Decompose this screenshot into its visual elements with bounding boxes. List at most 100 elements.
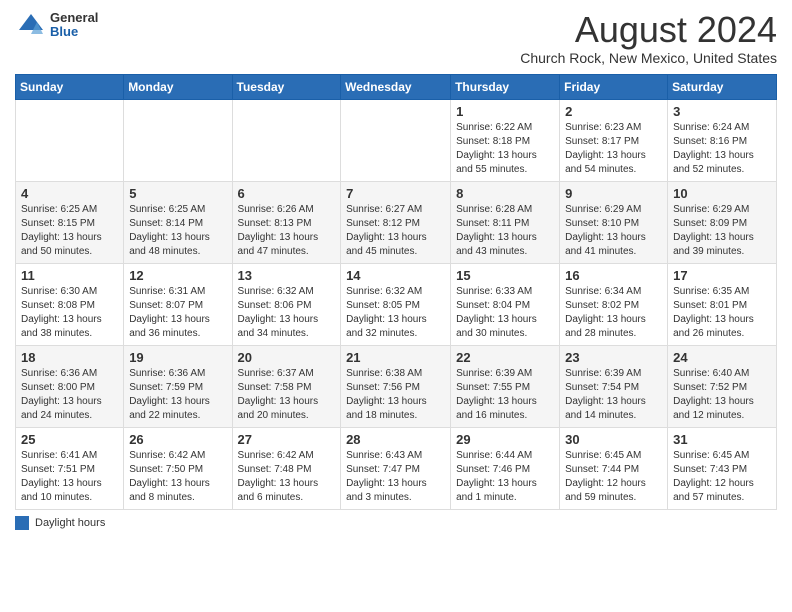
- month-title: August 2024: [520, 10, 777, 50]
- day-info: Sunrise: 6:25 AMSunset: 8:14 PMDaylight:…: [129, 203, 226, 259]
- day-info: Sunrise: 6:39 AMSunset: 7:55 PMDaylight:…: [456, 367, 554, 423]
- calendar-table: SundayMondayTuesdayWednesdayThursdayFrid…: [15, 74, 777, 510]
- day-number: 30: [565, 432, 662, 447]
- calendar-cell: 9 Sunrise: 6:29 AMSunset: 8:10 PMDaylight…: [560, 181, 668, 263]
- day-number: 19: [129, 350, 226, 365]
- calendar-cell: 8 Sunrise: 6:28 AMSunset: 8:11 PMDaylight…: [451, 181, 560, 263]
- calendar-cell: 27Sunrise: 6:42 AMSunset: 7:48 PMDayligh…: [232, 427, 341, 509]
- day-number: 1: [456, 104, 554, 119]
- calendar-week-row: 1 Sunrise: 6:22 AMSunset: 8:18 PMDaylight…: [16, 99, 777, 181]
- day-info: Sunrise: 6:36 AMSunset: 7:59 PMDaylight:…: [129, 367, 226, 423]
- day-number: 18: [21, 350, 118, 365]
- day-info: Sunrise: 6:32 AMSunset: 8:05 PMDaylight:…: [346, 285, 445, 341]
- day-info: Sunrise: 6:33 AMSunset: 8:04 PMDaylight:…: [456, 285, 554, 341]
- day-number: 28: [346, 432, 445, 447]
- calendar-cell: [232, 99, 341, 181]
- day-number: 25: [21, 432, 118, 447]
- day-number: 26: [129, 432, 226, 447]
- day-number: 20: [238, 350, 336, 365]
- day-number: 21: [346, 350, 445, 365]
- day-number: 7: [346, 186, 445, 201]
- calendar-cell: 20 Sunrise: 6:37 AMSunset: 7:58 PMDayligh…: [232, 345, 341, 427]
- weekday-header: Saturday: [668, 74, 777, 99]
- day-info: Sunrise: 6:31 AMSunset: 8:07 PMDaylight:…: [129, 285, 226, 341]
- calendar-week-row: 11 Sunrise: 6:30 AMSunset: 8:08 PMDayligh…: [16, 263, 777, 345]
- logo-icon: [15, 10, 45, 40]
- day-info: Sunrise: 6:25 AMSunset: 8:15 PMDaylight:…: [21, 203, 118, 259]
- location: Church Rock, New Mexico, United States: [520, 50, 777, 66]
- day-number: 11: [21, 268, 118, 283]
- legend-box: [15, 516, 29, 530]
- calendar-cell: 13Sunrise: 6:32 AMSunset: 8:06 PMDayligh…: [232, 263, 341, 345]
- legend-label: Daylight hours: [35, 517, 105, 529]
- logo-text: General Blue: [50, 11, 98, 40]
- calendar-cell: 25 Sunrise: 6:41 AMSunset: 7:51 PMDayligh…: [16, 427, 124, 509]
- calendar-week-row: 18 Sunrise: 6:36 AMSunset: 8:00 PMDayligh…: [16, 345, 777, 427]
- day-info: Sunrise: 6:37 AMSunset: 7:58 PMDaylight:…: [238, 367, 336, 423]
- day-info: Sunrise: 6:26 AMSunset: 8:13 PMDaylight:…: [238, 203, 336, 259]
- day-number: 10: [673, 186, 771, 201]
- day-number: 13: [238, 268, 336, 283]
- day-number: 31: [673, 432, 771, 447]
- day-number: 2: [565, 104, 662, 119]
- page-header: General Blue August 2024 Church Rock, Ne…: [15, 10, 777, 66]
- day-number: 14: [346, 268, 445, 283]
- day-number: 29: [456, 432, 554, 447]
- day-number: 4: [21, 186, 118, 201]
- day-info: Sunrise: 6:34 AMSunset: 8:02 PMDaylight:…: [565, 285, 662, 341]
- calendar-cell: 16Sunrise: 6:34 AMSunset: 8:02 PMDayligh…: [560, 263, 668, 345]
- day-number: 8: [456, 186, 554, 201]
- calendar-cell: 23 Sunrise: 6:39 AMSunset: 7:54 PMDayligh…: [560, 345, 668, 427]
- weekday-header: Wednesday: [341, 74, 451, 99]
- day-info: Sunrise: 6:43 AMSunset: 7:47 PMDaylight:…: [346, 449, 445, 505]
- day-info: Sunrise: 6:40 AMSunset: 7:52 PMDaylight:…: [673, 367, 771, 423]
- calendar-week-row: 25 Sunrise: 6:41 AMSunset: 7:51 PMDayligh…: [16, 427, 777, 509]
- day-info: Sunrise: 6:42 AMSunset: 7:50 PMDaylight:…: [129, 449, 226, 505]
- day-number: 24: [673, 350, 771, 365]
- calendar-cell: 14 Sunrise: 6:32 AMSunset: 8:05 PMDayligh…: [341, 263, 451, 345]
- day-info: Sunrise: 6:22 AMSunset: 8:18 PMDaylight:…: [456, 121, 554, 177]
- day-info: Sunrise: 6:36 AMSunset: 8:00 PMDaylight:…: [21, 367, 118, 423]
- day-info: Sunrise: 6:38 AMSunset: 7:56 PMDaylight:…: [346, 367, 445, 423]
- calendar-cell: 2Sunrise: 6:23 AMSunset: 8:17 PMDaylight…: [560, 99, 668, 181]
- calendar-cell: 12 Sunrise: 6:31 AMSunset: 8:07 PMDayligh…: [124, 263, 232, 345]
- weekday-header: Monday: [124, 74, 232, 99]
- calendar-cell: 30 Sunrise: 6:45 AMSunset: 7:44 PMDayligh…: [560, 427, 668, 509]
- day-info: Sunrise: 6:27 AMSunset: 8:12 PMDaylight:…: [346, 203, 445, 259]
- day-info: Sunrise: 6:29 AMSunset: 8:09 PMDaylight:…: [673, 203, 771, 259]
- day-info: Sunrise: 6:41 AMSunset: 7:51 PMDaylight:…: [21, 449, 118, 505]
- calendar-cell: 18 Sunrise: 6:36 AMSunset: 8:00 PMDayligh…: [16, 345, 124, 427]
- logo-general: General: [50, 11, 98, 25]
- day-info: Sunrise: 6:42 AMSunset: 7:48 PMDaylight:…: [238, 449, 336, 505]
- day-info: Sunrise: 6:28 AMSunset: 8:11 PMDaylight:…: [456, 203, 554, 259]
- calendar-cell: 28 Sunrise: 6:43 AMSunset: 7:47 PMDayligh…: [341, 427, 451, 509]
- day-info: Sunrise: 6:30 AMSunset: 8:08 PMDaylight:…: [21, 285, 118, 341]
- logo-blue: Blue: [50, 25, 98, 39]
- day-number: 22: [456, 350, 554, 365]
- footer: Daylight hours: [15, 516, 777, 530]
- day-number: 9: [565, 186, 662, 201]
- day-info: Sunrise: 6:24 AMSunset: 8:16 PMDaylight:…: [673, 121, 771, 177]
- calendar-cell: 29Sunrise: 6:44 AMSunset: 7:46 PMDayligh…: [451, 427, 560, 509]
- day-info: Sunrise: 6:29 AMSunset: 8:10 PMDaylight:…: [565, 203, 662, 259]
- weekday-header: Thursday: [451, 74, 560, 99]
- day-number: 23: [565, 350, 662, 365]
- weekday-header: Friday: [560, 74, 668, 99]
- calendar-cell: 4 Sunrise: 6:25 AMSunset: 8:15 PMDaylight…: [16, 181, 124, 263]
- calendar-cell: 19 Sunrise: 6:36 AMSunset: 7:59 PMDayligh…: [124, 345, 232, 427]
- calendar-cell: 22 Sunrise: 6:39 AMSunset: 7:55 PMDayligh…: [451, 345, 560, 427]
- calendar-cell: [341, 99, 451, 181]
- calendar-cell: 7 Sunrise: 6:27 AMSunset: 8:12 PMDaylight…: [341, 181, 451, 263]
- calendar-cell: [124, 99, 232, 181]
- day-info: Sunrise: 6:45 AMSunset: 7:43 PMDaylight:…: [673, 449, 771, 505]
- day-number: 12: [129, 268, 226, 283]
- calendar-cell: 1 Sunrise: 6:22 AMSunset: 8:18 PMDaylight…: [451, 99, 560, 181]
- calendar-cell: 21 Sunrise: 6:38 AMSunset: 7:56 PMDayligh…: [341, 345, 451, 427]
- calendar-cell: [16, 99, 124, 181]
- weekday-header: Sunday: [16, 74, 124, 99]
- day-info: Sunrise: 6:39 AMSunset: 7:54 PMDaylight:…: [565, 367, 662, 423]
- weekday-header: Tuesday: [232, 74, 341, 99]
- day-info: Sunrise: 6:45 AMSunset: 7:44 PMDaylight:…: [565, 449, 662, 505]
- calendar-cell: 11 Sunrise: 6:30 AMSunset: 8:08 PMDayligh…: [16, 263, 124, 345]
- weekday-header-row: SundayMondayTuesdayWednesdayThursdayFrid…: [16, 74, 777, 99]
